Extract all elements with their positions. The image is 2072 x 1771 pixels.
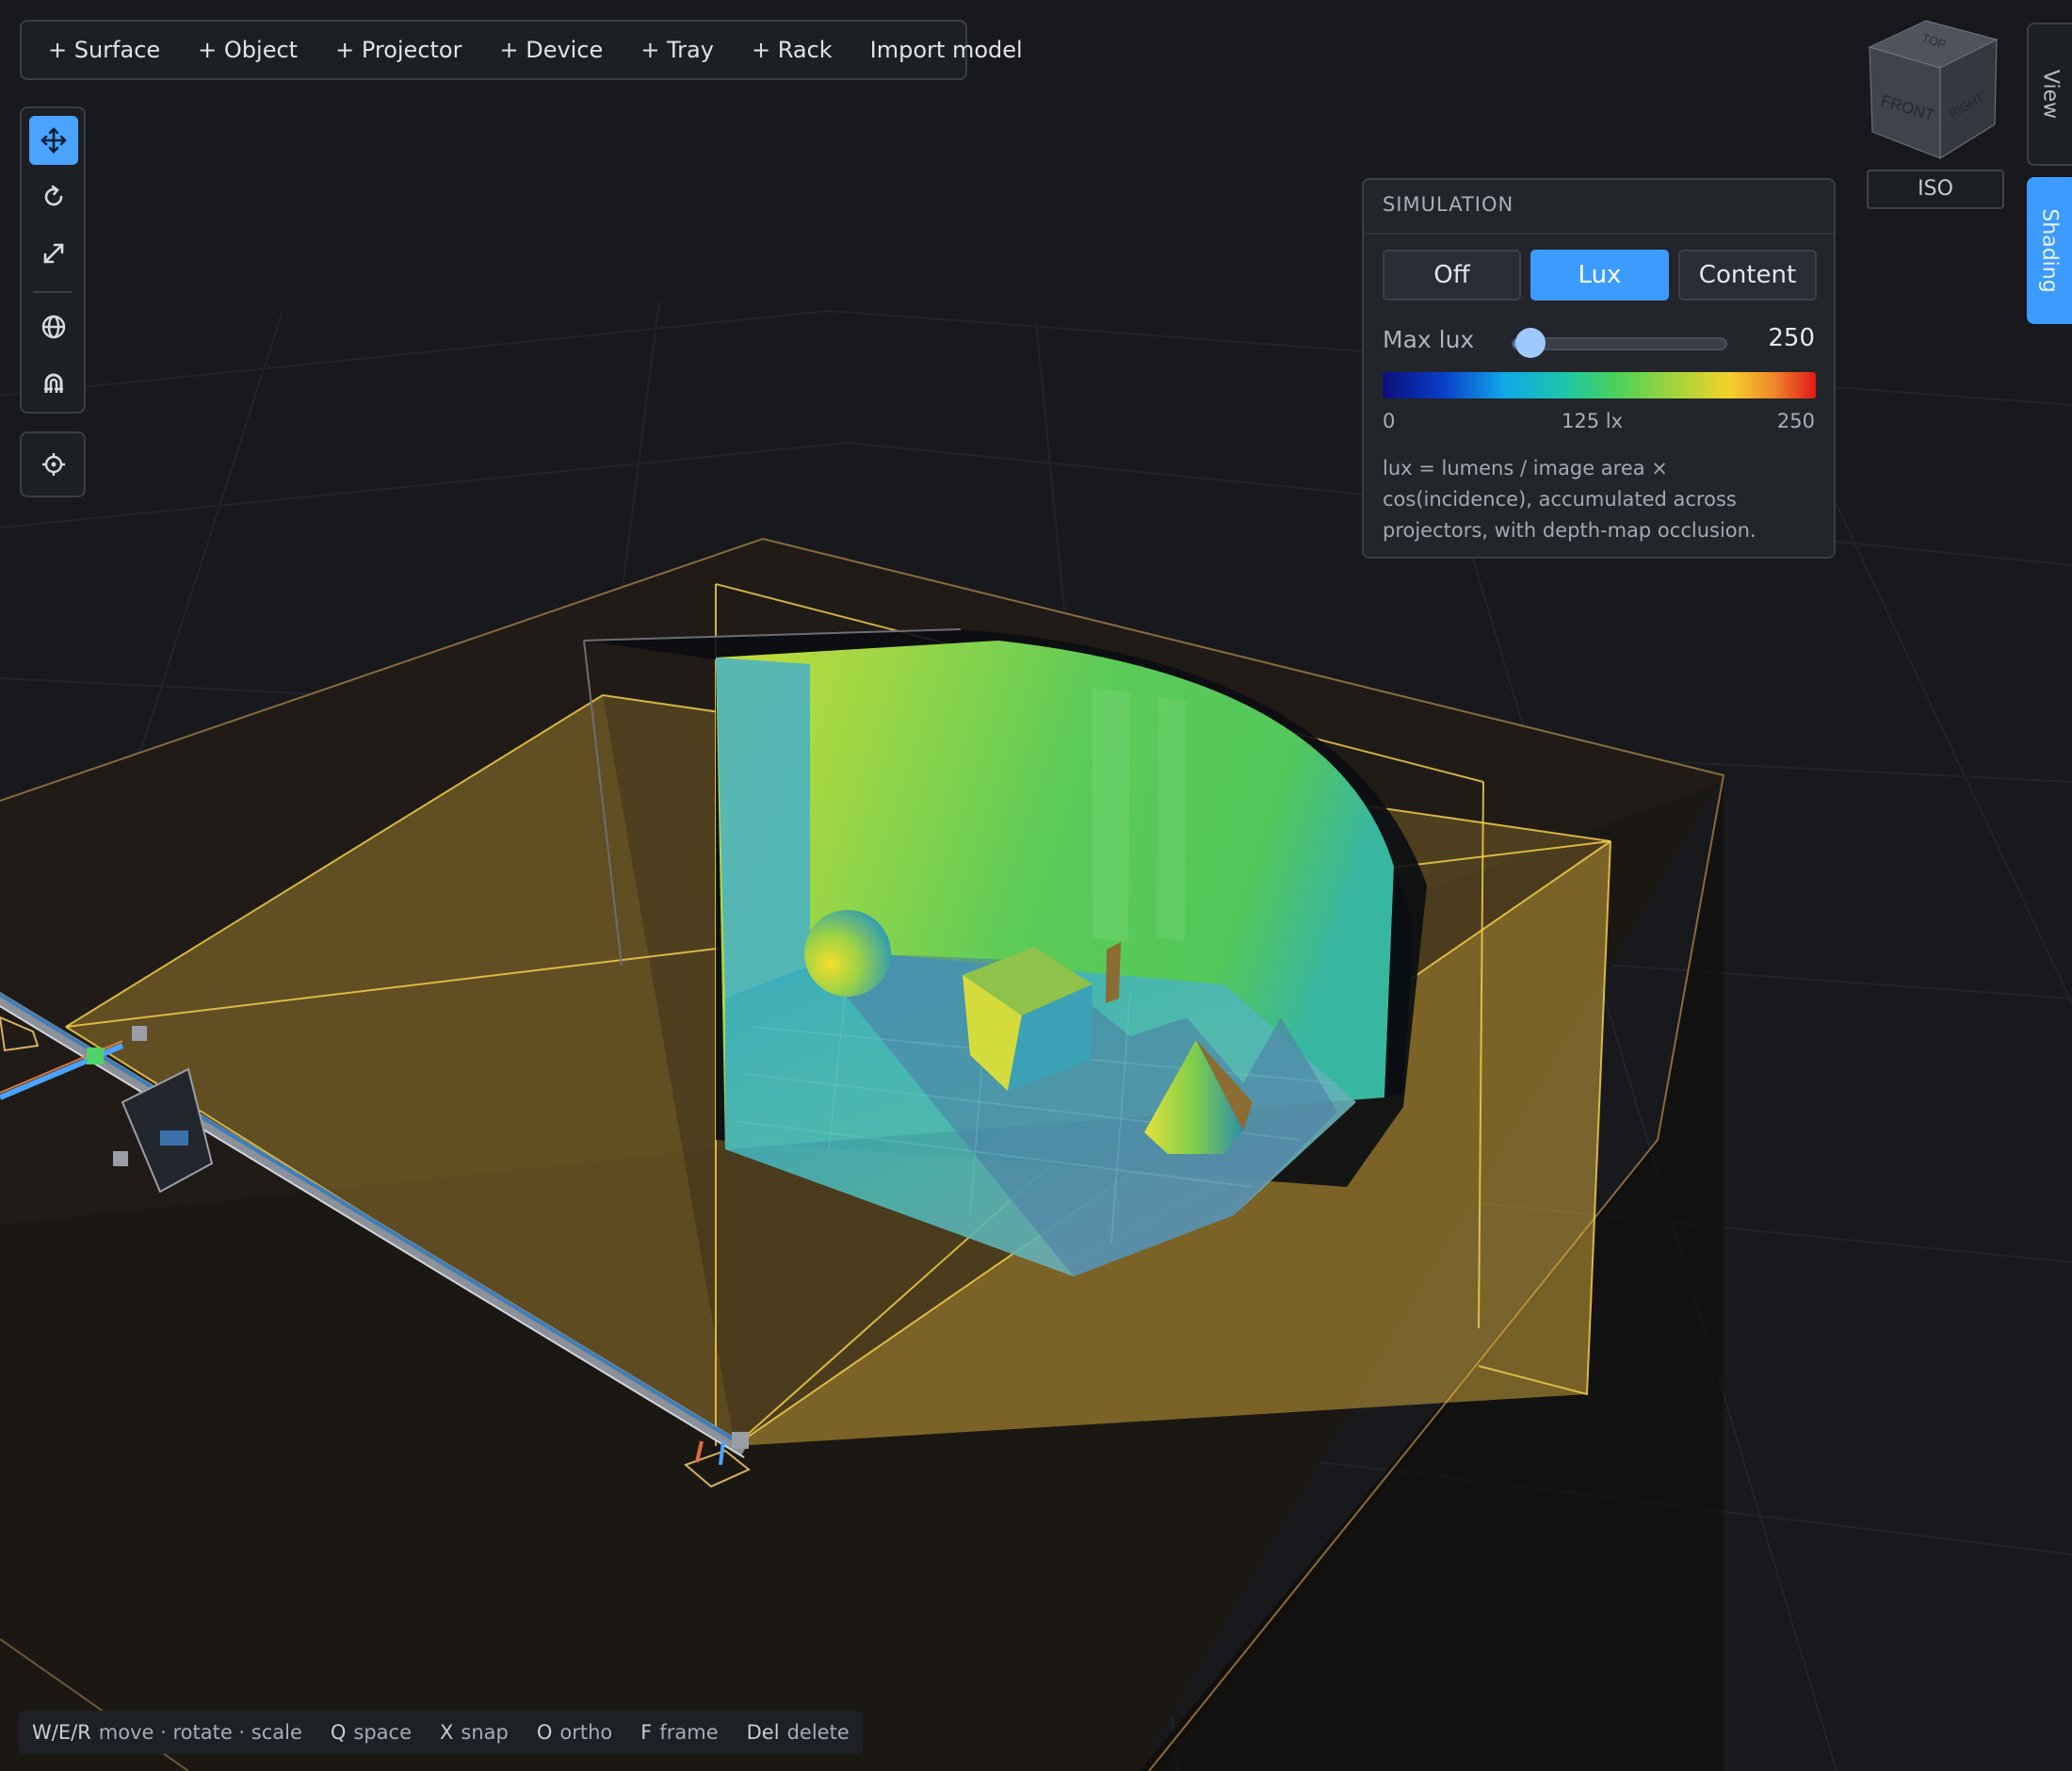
iso-view-button[interactable]: ISO [1867, 170, 2004, 209]
colorbar-max-label: 250 [1776, 410, 1815, 432]
rotate-icon [44, 185, 63, 206]
panel-divider [1364, 233, 1834, 235]
shortcut-desc: frame [659, 1721, 719, 1744]
simulation-panel: SIMULATION Off Lux Content Max lux 250 0… [1362, 178, 1836, 559]
shortcut-desc: delete [786, 1721, 850, 1744]
shortcut-key: Del [746, 1721, 780, 1744]
focus-target-icon [42, 453, 65, 476]
shortcut-key: W/E/R [32, 1721, 91, 1744]
frame-palette [20, 431, 86, 497]
shortcut-desc: space [353, 1721, 413, 1744]
tab-shading-label: Shading [2037, 208, 2062, 293]
snap-toggle-button[interactable] [29, 359, 78, 408]
max-lux-value: 250 [1768, 324, 1815, 352]
rotate-tool-button[interactable] [29, 172, 78, 221]
pillar-object[interactable] [1106, 942, 1121, 1003]
space-toggle-button[interactable] [29, 302, 78, 351]
move-tool-button[interactable] [29, 116, 78, 165]
shortcut-desc: snap [461, 1721, 509, 1744]
max-lux-slider-handle[interactable] [1515, 328, 1546, 358]
scale-tool-button[interactable] [29, 229, 78, 278]
shortcut-bar: W/E/R move · rotate · scale Q space X sn… [19, 1711, 863, 1754]
snap-magnet-icon [44, 373, 63, 393]
tab-shading[interactable]: Shading [2027, 177, 2072, 324]
global-space-icon [41, 315, 66, 339]
sim-mode-content-button[interactable]: Content [1678, 250, 1817, 301]
move-icon [40, 127, 67, 154]
shortcut-desc: move · rotate · scale [98, 1721, 302, 1744]
tab-view-label: View [2038, 69, 2063, 120]
shortcut-desc: ortho [559, 1721, 613, 1744]
add-device-button[interactable]: + Device [480, 27, 622, 73]
simulation-title: SIMULATION [1383, 193, 1514, 216]
sphere-object[interactable] [804, 910, 891, 997]
shortcut-key: Q [330, 1721, 347, 1744]
palette-divider [33, 291, 73, 293]
tab-view[interactable]: View [2027, 23, 2072, 166]
add-toolbar: + Surface + Object + Projector + Device … [20, 20, 1023, 80]
scale-icon [43, 243, 64, 264]
lux-formula-text: lux = lumens / image area × cos(incidenc… [1383, 457, 1756, 542]
import-model-button[interactable]: Import model [851, 27, 1042, 73]
add-rack-button[interactable]: + Rack [733, 27, 851, 73]
view-cube[interactable]: TOP FRONT RIGHT [1865, 19, 2006, 160]
sim-mode-lux-button[interactable]: Lux [1530, 250, 1669, 301]
add-surface-button[interactable]: + Surface [29, 27, 179, 73]
colorbar-mid-label: 125 lx [1562, 410, 1624, 432]
frame-selection-button[interactable] [29, 440, 78, 489]
add-object-button[interactable]: + Object [179, 27, 316, 73]
shortcut-key: X [440, 1721, 454, 1744]
add-tray-button[interactable]: + Tray [622, 27, 733, 73]
transform-tool-palette [20, 106, 86, 414]
add-projector-button[interactable]: + Projector [316, 27, 480, 73]
shortcut-key: F [640, 1721, 653, 1744]
sim-mode-off-button[interactable]: Off [1383, 250, 1521, 301]
shortcut-key: O [536, 1721, 553, 1744]
max-lux-label: Max lux [1383, 326, 1475, 353]
colorbar-min-label: 0 [1383, 410, 1396, 432]
lux-colorbar [1383, 372, 1816, 398]
max-lux-slider[interactable] [1512, 328, 1727, 358]
